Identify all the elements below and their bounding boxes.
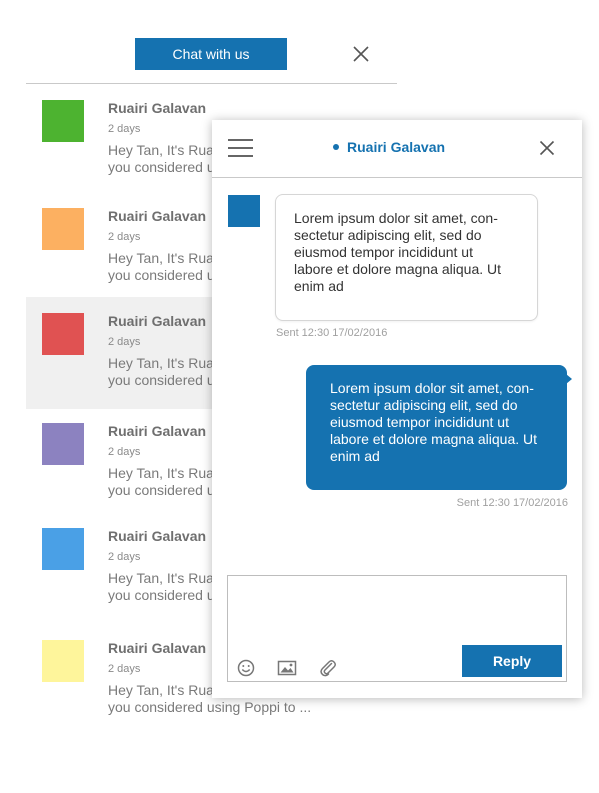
attachment-icon[interactable]: [318, 658, 338, 678]
conversation-name: Ruairi Galavan: [108, 100, 207, 116]
conversation-time: 2 days: [108, 663, 141, 675]
message-timestamp: Sent 12:30 17/02/2016: [276, 327, 388, 339]
conversation-name: Ruairi Galavan: [108, 423, 207, 439]
conversation-time: 2 days: [108, 123, 141, 135]
conversation-time: 2 days: [108, 336, 141, 348]
message-text: Lorem ipsum dolor sit amet, con- sectetu…: [330, 380, 538, 464]
conversation-name: Ruairi Galavan: [108, 528, 207, 544]
image-icon[interactable]: [277, 658, 297, 678]
conversation-time: 2 days: [108, 551, 141, 563]
avatar: [42, 208, 84, 250]
reply-input[interactable]: [228, 576, 566, 638]
conversation-name: Ruairi Galavan: [108, 313, 207, 329]
reply-box: Reply: [227, 575, 567, 682]
menu-icon[interactable]: [228, 139, 253, 158]
chat-header: Ruairi Galavan: [212, 120, 582, 178]
status-dot-icon: [333, 144, 339, 150]
chat-with-us-button[interactable]: Chat with us: [135, 38, 287, 70]
conversation-list-header: Chat with us: [26, 0, 397, 84]
avatar: [42, 100, 84, 142]
reply-button[interactable]: Reply: [462, 645, 562, 677]
avatar: [42, 528, 84, 570]
conversation-time: 2 days: [108, 446, 141, 458]
close-icon[interactable]: [352, 45, 370, 63]
conversation-name: Ruairi Galavan: [108, 640, 207, 656]
close-icon[interactable]: [539, 140, 555, 156]
message-text: Lorem ipsum dolor sit amet, con- sectetu…: [294, 210, 502, 294]
conversation-name: Ruairi Galavan: [108, 208, 207, 224]
emoji-icon[interactable]: [236, 658, 256, 678]
chat-window: Ruairi Galavan Lorem ipsum dolor sit ame…: [212, 120, 582, 698]
avatar: [42, 640, 84, 682]
incoming-message-bubble: Lorem ipsum dolor sit amet, con- sectetu…: [275, 194, 538, 321]
conversation-time: 2 days: [108, 231, 141, 243]
chat-contact-name: Ruairi Galavan: [347, 139, 446, 155]
avatar: [228, 195, 260, 227]
message-timestamp: Sent 12:30 17/02/2016: [456, 497, 568, 509]
avatar: [42, 313, 84, 355]
avatar: [42, 423, 84, 465]
outgoing-message-bubble: Lorem ipsum dolor sit amet, con- sectetu…: [306, 365, 572, 490]
